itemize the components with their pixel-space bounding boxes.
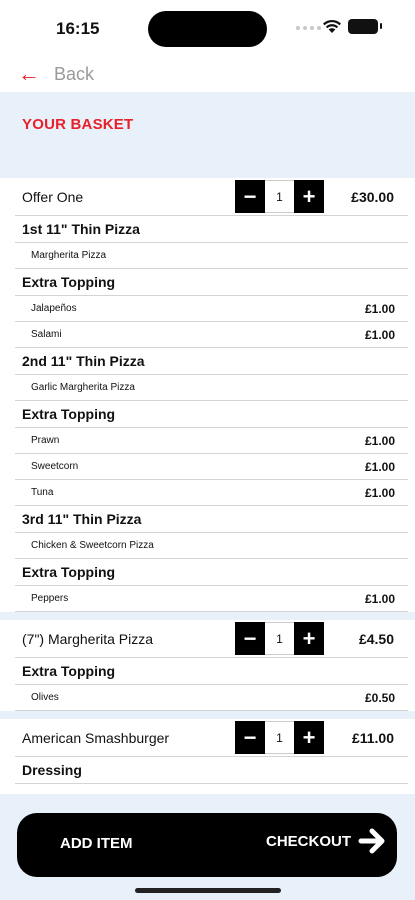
option-price: £1.00 <box>364 433 395 448</box>
quantity-stepper: −1 + <box>235 180 324 213</box>
option-name: Jalapeños <box>31 303 77 314</box>
battery-icon <box>348 19 382 34</box>
dynamic-island <box>148 11 267 47</box>
quantity-value: 1 <box>265 622 294 655</box>
home-indicator <box>135 888 281 893</box>
decrease-quantity-button[interactable]: − <box>235 622 265 655</box>
group-separator <box>0 711 415 719</box>
option-section-row: Extra Topping <box>15 658 408 685</box>
option-section-title: Extra Topping <box>22 564 116 580</box>
increase-quantity-button[interactable]: + <box>294 180 324 213</box>
option-section-title: 3rd 11" Thin Pizza <box>22 511 142 527</box>
basket-header: YOUR BASKET <box>0 92 415 170</box>
option-section-title: Dressing <box>22 762 82 778</box>
status-bar: 16:15 <box>0 0 415 58</box>
group-separator <box>0 170 415 178</box>
checkout-button[interactable]: CHECKOUT <box>266 826 387 856</box>
option-name: Peppers <box>31 593 69 604</box>
wifi-icon <box>323 19 341 33</box>
option-section-row: Extra Topping <box>15 401 408 428</box>
quantity-value: 1 <box>265 180 294 213</box>
back-label: Back <box>54 64 95 84</box>
bottom-bar: ADD ITEM CHECKOUT <box>0 794 415 900</box>
quantity-stepper: −1 + <box>235 622 324 655</box>
basket-item-row: American Smashburger −1 + £11.00 <box>15 719 408 757</box>
option-row: Chicken & Sweetcorn Pizza <box>15 533 408 559</box>
option-row: Peppers £1.00 <box>15 586 408 612</box>
increase-quantity-button[interactable]: + <box>294 622 324 655</box>
option-name: Olives <box>31 692 59 703</box>
nav-bar: ← Back <box>0 58 415 92</box>
option-name: Margherita Pizza <box>31 250 107 261</box>
option-section-row: 3rd 11" Thin Pizza <box>15 506 408 533</box>
status-time: 16:15 <box>56 19 100 38</box>
option-row: Tuna £1.00 <box>15 480 408 506</box>
quantity-value: 1 <box>265 721 294 754</box>
decrease-quantity-button[interactable]: − <box>235 180 265 213</box>
option-row: Jalapeños £1.00 <box>15 296 408 322</box>
option-name: Sweetcorn <box>31 461 79 472</box>
option-price: £1.00 <box>364 485 395 500</box>
option-row: Sweetcorn £1.00 <box>15 454 408 480</box>
option-price: £1.00 <box>364 591 395 606</box>
option-name: Tuna <box>31 487 54 498</box>
arrow-right-icon <box>358 828 385 854</box>
increase-quantity-button[interactable]: + <box>294 721 324 754</box>
page-title: YOUR BASKET <box>22 116 134 133</box>
option-price: £1.00 <box>364 327 395 342</box>
option-row: Garlic Margherita Pizza <box>15 375 408 401</box>
option-row: Prawn £1.00 <box>15 428 408 454</box>
option-row: Salami £1.00 <box>15 322 408 348</box>
basket-list: Offer One −1 + £30.00 1st 11" Thin Pizza Marg… <box>0 170 415 794</box>
item-name: (7") Margherita Pizza <box>22 630 154 647</box>
option-section-title: Extra Topping <box>22 274 116 290</box>
option-section-row: Dressing <box>15 757 408 784</box>
add-item-button[interactable]: ADD ITEM <box>60 835 133 852</box>
action-bar: ADD ITEM CHECKOUT <box>17 813 397 877</box>
option-section-row: 2nd 11" Thin Pizza <box>15 348 408 375</box>
option-section-title: 2nd 11" Thin Pizza <box>22 353 145 369</box>
signal-icon <box>296 26 321 30</box>
option-name: Salami <box>31 329 62 340</box>
basket-item-row: Offer One −1 + £30.00 <box>15 178 408 216</box>
item-name: American Smashburger <box>22 729 170 746</box>
decrease-quantity-button[interactable]: − <box>235 721 265 754</box>
item-price: £4.50 <box>358 630 394 647</box>
option-name: Prawn <box>31 435 60 446</box>
option-section-title: Extra Topping <box>22 663 116 679</box>
option-section-row: Extra Topping <box>15 269 408 296</box>
option-row: Olives £0.50 <box>15 685 408 711</box>
option-name: Chicken & Sweetcorn Pizza <box>31 540 154 551</box>
item-name: Offer One <box>22 188 84 205</box>
option-name: Garlic Margherita Pizza <box>31 382 135 393</box>
group-separator <box>0 612 415 620</box>
option-section-row: Extra Topping <box>15 559 408 586</box>
quantity-stepper: −1 + <box>235 721 324 754</box>
option-price: £0.50 <box>364 690 395 705</box>
option-section-title: Extra Topping <box>22 406 116 422</box>
arrow-left-icon: ← <box>18 61 40 86</box>
checkout-label: CHECKOUT <box>266 832 351 850</box>
option-row: Margherita Pizza <box>15 243 408 269</box>
item-price: £11.00 <box>351 729 394 746</box>
basket-item-row: (7") Margherita Pizza −1 + £4.50 <box>15 620 408 658</box>
item-price: £30.00 <box>351 188 394 205</box>
option-price: £1.00 <box>364 301 395 316</box>
option-section-title: 1st 11" Thin Pizza <box>22 221 140 237</box>
back-button[interactable]: ← Back <box>18 62 94 86</box>
option-section-row: 1st 11" Thin Pizza <box>15 216 408 243</box>
option-price: £1.00 <box>364 459 395 474</box>
